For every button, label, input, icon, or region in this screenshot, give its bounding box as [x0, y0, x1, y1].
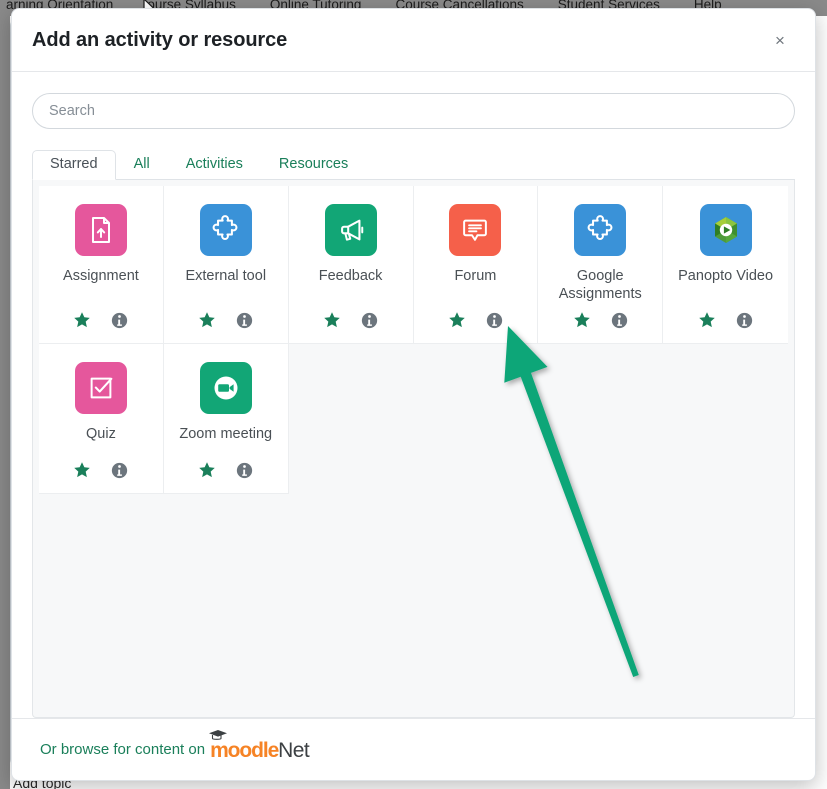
star-filled-icon[interactable]	[198, 461, 216, 479]
chooser-item[interactable]: Feedback	[288, 186, 414, 345]
star-filled-icon[interactable]	[323, 311, 341, 329]
info-circle-icon[interactable]	[611, 312, 628, 329]
info-circle-icon[interactable]	[236, 462, 253, 479]
chooser-item[interactable]: Zoom meeting	[163, 344, 289, 495]
browse-moodlenet-link[interactable]: Or browse for content on moodle Net	[40, 729, 310, 763]
close-icon[interactable]: ×	[767, 27, 793, 53]
chooser-item[interactable]: Forum	[413, 186, 539, 345]
info-circle-icon[interactable]	[486, 312, 503, 329]
modal-header: Add an activity or resource ×	[12, 9, 815, 72]
info-circle-icon[interactable]	[111, 462, 128, 479]
chooser-item-actions	[73, 461, 128, 479]
chooser-item[interactable]: Quiz	[39, 344, 164, 495]
graduation-cap-icon	[209, 729, 228, 740]
chooser-item-label: Zoom meeting	[179, 426, 273, 443]
chooser-item-label: Quiz	[86, 426, 116, 443]
chooser-item-label: External tool	[185, 268, 267, 284]
puzzle-piece-icon	[574, 204, 627, 256]
chooser-item[interactable]: Panopto Video	[663, 186, 788, 345]
browse-moodlenet-label: Or browse for content on	[40, 741, 206, 758]
chooser-item-actions	[573, 311, 628, 329]
modal-body: Starred All Activities Resources Assignm…	[12, 72, 815, 718]
chooser-item-label: Assignment	[63, 268, 139, 284]
star-filled-icon[interactable]	[73, 311, 91, 329]
chooser-item-actions	[198, 311, 253, 329]
page-title: Add an activity or resource	[32, 28, 288, 51]
info-circle-icon[interactable]	[736, 312, 753, 329]
puzzle-piece-icon	[199, 204, 252, 256]
panopto-pinwheel-icon	[699, 204, 752, 256]
chooser-item-actions	[698, 311, 753, 329]
star-filled-icon[interactable]	[198, 311, 216, 329]
moodlenet-word-moodle: moodle	[210, 738, 279, 762]
tab-starred[interactable]: Starred	[32, 149, 116, 180]
info-circle-icon[interactable]	[361, 312, 378, 329]
star-filled-icon[interactable]	[448, 311, 466, 329]
modal-footer: Or browse for content on moodle Net	[12, 718, 815, 780]
speech-bubble-icon	[449, 204, 502, 256]
star-filled-icon[interactable]	[573, 311, 591, 329]
chooser-item-actions	[73, 311, 128, 329]
chooser-item-label: Forum	[454, 268, 497, 284]
chooser-item-actions	[323, 311, 378, 329]
chooser-item[interactable]: Assignment	[39, 186, 164, 345]
star-filled-icon[interactable]	[73, 461, 91, 479]
search-input[interactable]	[32, 93, 795, 129]
chooser-item[interactable]: Google Assignments	[538, 186, 664, 345]
add-activity-modal: Add an activity or resource × Starred Al…	[11, 8, 816, 781]
starred-panel: Assignment External tool Feedback Forum	[32, 180, 795, 718]
chooser-item-actions	[448, 311, 503, 329]
background-left-rail	[0, 16, 10, 789]
assignment-icon	[74, 204, 127, 256]
info-circle-icon[interactable]	[236, 312, 253, 329]
tab-activities[interactable]: Activities	[168, 150, 261, 181]
star-filled-icon[interactable]	[698, 311, 716, 329]
megaphone-icon	[324, 204, 377, 256]
tab-all[interactable]: All	[116, 150, 168, 181]
video-camera-icon	[199, 362, 252, 415]
chooser-item-actions	[198, 461, 253, 479]
chooser-item-label: Google Assignments	[558, 268, 642, 302]
moodlenet-logo-icon: moodle Net	[209, 729, 310, 763]
chooser-item-label: Panopto Video	[678, 268, 774, 284]
chooser-item[interactable]: External tool	[163, 186, 289, 345]
info-circle-icon[interactable]	[111, 312, 128, 329]
moodlenet-word-net: Net	[278, 738, 310, 762]
chooser-tabs: Starred All Activities Resources	[32, 148, 795, 180]
tab-resources[interactable]: Resources	[261, 150, 366, 181]
checkbox-square-icon	[74, 362, 127, 415]
activity-chooser-grid: Assignment External tool Feedback Forum	[39, 186, 788, 495]
chooser-item-label: Feedback	[318, 268, 383, 284]
